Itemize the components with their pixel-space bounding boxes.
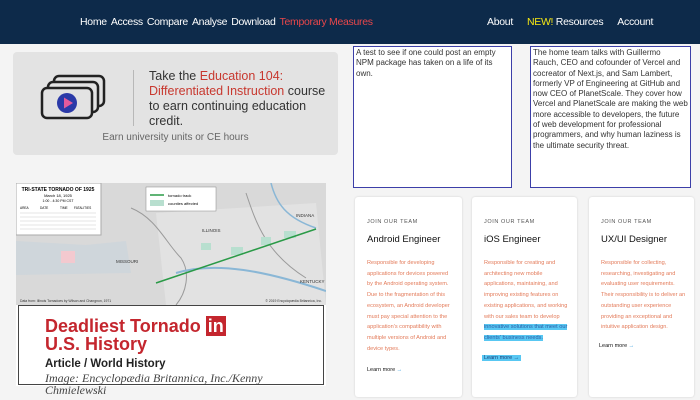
tornado-map: TRI-STATE TORNADO OF 1925 March 18, 1925… xyxy=(16,183,326,305)
text-box-npm[interactable]: A test to see if one could post an empty… xyxy=(353,46,512,188)
map-table-header-fatalities: FATALITIES xyxy=(74,206,91,210)
course-promo-card[interactable]: Take the Education 104: Differentiated I… xyxy=(13,52,338,155)
map-source: Data from: Illinois Tornadoes by Wilson … xyxy=(20,299,111,303)
job-description: Responsible for developing applications … xyxy=(367,260,450,352)
nav-home-link[interactable]: Home xyxy=(80,16,107,28)
promo-text: Take the Education 104: Differentiated I… xyxy=(149,69,329,129)
map-legend-counties: counties affected xyxy=(168,201,198,206)
article-title-part: Deadliest Tornado xyxy=(45,316,206,336)
nav-resources-link[interactable]: NEW! Resources xyxy=(526,16,604,28)
map-label-kentucky: KENTUCKY xyxy=(300,279,325,284)
map-date: March 18, 1925 xyxy=(44,193,73,198)
promo-footer: Earn university units or CE hours xyxy=(102,132,249,143)
arrow-right-icon: → xyxy=(628,343,635,349)
job-description: Responsible for collecting, researching,… xyxy=(601,260,686,331)
video-lessons-icon xyxy=(40,74,106,120)
tornado-article-card[interactable]: TRI-STATE TORNADO OF 1925 March 18, 1925… xyxy=(16,183,326,396)
map-copyright: © 2019 Encyclopædia Britannica, Inc. xyxy=(265,299,322,303)
top-navigation-bar: Home Access Compare Analyse Download Tem… xyxy=(0,0,700,44)
text-box-podcast[interactable]: The home team talks with Guillermo Rauch… xyxy=(530,46,691,188)
map-label-missouri: MISSOURI xyxy=(116,259,138,264)
tornado-map-graphic: TRI-STATE TORNADO OF 1925 March 18, 1925… xyxy=(16,183,326,305)
job-description: Responsible for creating and architectin… xyxy=(484,258,570,344)
learn-more-label: Learn more xyxy=(599,343,628,349)
map-table-header-area: AREA xyxy=(20,206,30,210)
job-title: iOS Engineer xyxy=(484,234,541,245)
job-title: Android Engineer xyxy=(367,234,441,245)
article-title[interactable]: Deadliest Tornado in U.S. History xyxy=(45,316,226,354)
nav-account-link[interactable]: Account xyxy=(617,16,653,28)
map-table-header-date: DATE xyxy=(40,206,48,210)
job-description-text: Responsible for creating and architectin… xyxy=(484,260,568,320)
job-card-uxui: JOIN OUR TEAM UX/UI Designer Responsible… xyxy=(589,197,694,397)
article-caption: Deadliest Tornado in U.S. History Article… xyxy=(18,305,324,396)
arrow-right-icon: → xyxy=(396,367,403,373)
selected-text: innovative solutions that meet our clien… xyxy=(484,324,568,341)
job-card-android: JOIN OUR TEAM Android Engineer Responsib… xyxy=(355,197,462,397)
learn-more-label: Learn more xyxy=(484,355,513,361)
learn-more-link[interactable]: Learn more → xyxy=(367,367,402,373)
nav-temporary-measures-link[interactable]: Temporary Measures xyxy=(280,16,374,28)
nav-resources-label: Resources xyxy=(555,16,604,28)
job-eyebrow: JOIN OUR TEAM xyxy=(484,219,535,225)
article-title-part-2: U.S. History xyxy=(45,334,148,354)
promo-divider xyxy=(133,70,134,126)
learn-more-label: Learn more xyxy=(367,367,396,373)
learn-more-link[interactable]: Learn more → xyxy=(599,343,634,349)
article-title-in: in xyxy=(205,316,226,336)
job-title: UX/UI Designer xyxy=(601,234,667,245)
article-subtitle: Article / World History xyxy=(45,358,166,370)
nav-access-link[interactable]: Access xyxy=(111,16,143,28)
map-legend-track: tornado track xyxy=(168,193,191,198)
new-badge: NEW! xyxy=(526,16,554,28)
map-time: 1:00 - 4:30 PM CST xyxy=(43,199,75,203)
map-table-header-time: TIME xyxy=(60,206,68,210)
nav-download-link[interactable]: Download xyxy=(231,16,276,28)
learn-more-link[interactable]: Learn more → xyxy=(482,355,522,361)
job-eyebrow: JOIN OUR TEAM xyxy=(367,219,418,225)
promo-text-prefix: Take the xyxy=(149,69,200,83)
image-credit: Image: Encyclopædia Britannica, Inc./Ken… xyxy=(45,371,263,397)
map-label-illinois: ILLINOIS xyxy=(202,228,221,233)
secondary-nav: About NEW! Resources Account xyxy=(487,0,653,44)
arrow-right-icon: → xyxy=(513,355,520,361)
job-eyebrow: JOIN OUR TEAM xyxy=(601,219,652,225)
nav-about-link[interactable]: About xyxy=(487,16,513,28)
map-label-indiana: INDIANA xyxy=(296,213,314,218)
nav-compare-link[interactable]: Compare xyxy=(147,16,188,28)
job-card-ios: JOIN OUR TEAM iOS Engineer Responsible f… xyxy=(472,197,577,397)
nav-analyse-link[interactable]: Analyse xyxy=(192,16,228,28)
primary-nav: Home Access Compare Analyse Download Tem… xyxy=(80,0,373,44)
